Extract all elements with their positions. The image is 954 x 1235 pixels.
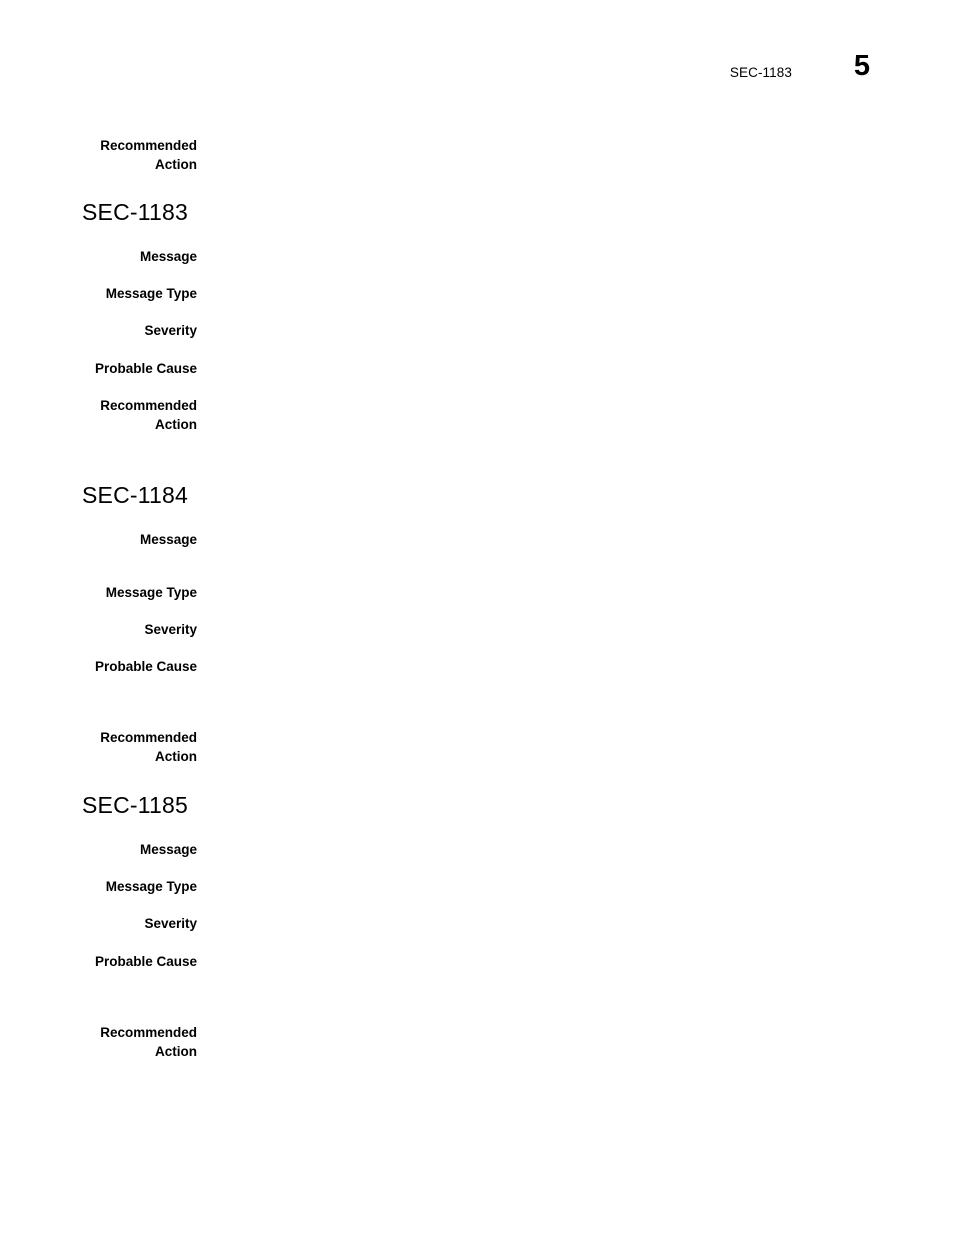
document-page: SEC-1183 5 Recommended Action SEC-1183 Mes… bbox=[0, 0, 954, 1235]
section-heading-sec-1184: SEC-1184 bbox=[82, 482, 189, 508]
field-label-message: Message bbox=[139, 532, 197, 547]
field-value-recommended-action bbox=[213, 729, 903, 730]
field-label-recommended-action: Recommended Action bbox=[100, 398, 197, 432]
field-value-message bbox=[213, 841, 903, 842]
field-label-message-type: Message Type bbox=[105, 585, 197, 600]
field-label-message: Message bbox=[139, 249, 197, 264]
field-label-severity: Severity bbox=[144, 323, 197, 338]
field-value-recommended-action bbox=[213, 397, 903, 398]
field-value-message-type bbox=[213, 878, 903, 879]
field-value-probable-cause bbox=[213, 658, 903, 659]
field-value-severity bbox=[213, 915, 903, 916]
field-value-probable-cause bbox=[213, 360, 903, 361]
field-value-message bbox=[213, 248, 903, 249]
field-label-probable-cause: Probable Cause bbox=[94, 659, 197, 674]
field-label-severity: Severity bbox=[144, 622, 197, 637]
field-label-recommended-action: Recommended Action bbox=[100, 730, 197, 764]
field-value-message-type bbox=[213, 584, 903, 585]
field-label-probable-cause: Probable Cause bbox=[94, 361, 197, 376]
page-header: SEC-1183 5 bbox=[0, 52, 954, 104]
header-document-id: SEC-1183 bbox=[729, 65, 792, 80]
section-heading-sec-1185: SEC-1185 bbox=[82, 792, 189, 818]
field-value-recommended-action bbox=[213, 137, 903, 138]
field-label-recommended-action: Recommended Action bbox=[100, 1025, 197, 1059]
field-label-message-type: Message Type bbox=[105, 879, 197, 894]
field-value-recommended-action bbox=[213, 1024, 903, 1025]
field-value-severity bbox=[213, 322, 903, 323]
field-label-probable-cause: Probable Cause bbox=[94, 954, 197, 969]
field-label-severity: Severity bbox=[144, 916, 197, 931]
field-label-message-type: Message Type bbox=[105, 286, 197, 301]
field-value-probable-cause bbox=[213, 953, 903, 954]
section-heading-sec-1183: SEC-1183 bbox=[82, 199, 189, 225]
field-value-severity bbox=[213, 621, 903, 622]
field-value-message-type bbox=[213, 285, 903, 286]
field-value-message bbox=[213, 531, 903, 532]
field-label-message: Message bbox=[139, 842, 197, 857]
page-number: 5 bbox=[853, 50, 870, 82]
field-label-recommended-action: Recommended Action bbox=[100, 138, 197, 172]
